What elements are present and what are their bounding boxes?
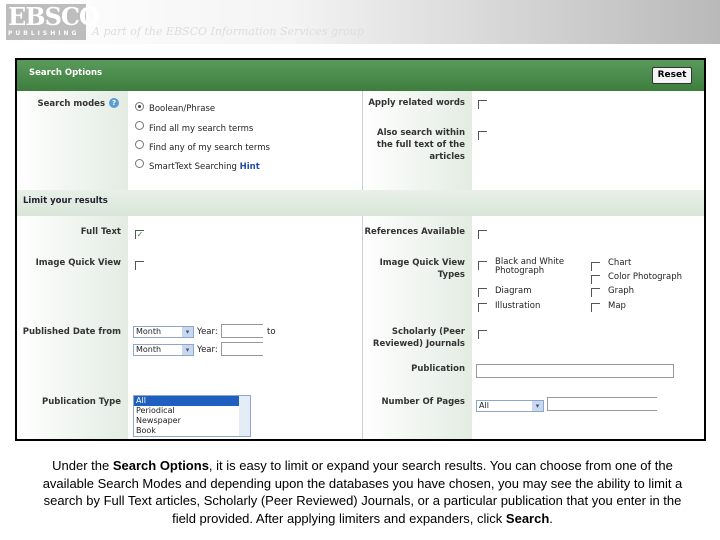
year-label: Year:	[197, 327, 218, 337]
also-search-checkbox[interactable]	[478, 131, 487, 140]
banner: EBSCO PUBLISHING A part of the EBSCO Info…	[0, 0, 720, 44]
scholarly-checkbox[interactable]	[478, 330, 487, 339]
search-modes-label: Search modes	[37, 99, 105, 109]
tagline: A part of the EBSCO Information Services…	[92, 25, 364, 38]
map-checkbox[interactable]	[591, 303, 600, 312]
ebsco-logo: EBSCO PUBLISHING	[6, 4, 100, 40]
scrollbar[interactable]	[239, 396, 250, 436]
publication-type-label: Publication Type	[42, 397, 121, 407]
hint-link[interactable]: Hint	[240, 162, 260, 172]
mode-label: SmartText Searching Hint	[149, 162, 260, 172]
full-text-label: Full Text	[80, 227, 121, 237]
bw-photo-checkbox[interactable]	[478, 261, 487, 270]
help-icon[interactable]: ?	[109, 98, 119, 108]
apply-related-checkbox[interactable]	[478, 100, 487, 109]
search-options-panel: Search Options Reset Search modes ? Bool…	[15, 58, 706, 441]
color-photo-checkbox[interactable]	[591, 275, 600, 284]
type-label: Map	[608, 301, 626, 311]
publication-label: Publication	[411, 364, 465, 374]
list-item[interactable]: All	[134, 396, 250, 406]
type-label: Diagram	[495, 286, 532, 296]
publication-input[interactable]	[476, 364, 674, 378]
year-label: Year:	[197, 345, 218, 355]
radio-smarttext[interactable]	[135, 159, 144, 168]
chart-checkbox[interactable]	[591, 262, 600, 271]
references-checkbox[interactable]	[478, 230, 487, 239]
apply-related-label: Apply related words	[368, 98, 465, 108]
type-label: Graph	[608, 286, 635, 296]
radio-find-all[interactable]	[135, 121, 144, 130]
image-quick-view-label: Image Quick View	[35, 258, 121, 268]
month-from-select[interactable]: Month ▾	[133, 326, 194, 338]
publication-type-list[interactable]: All Periodical Newspaper Book	[133, 395, 251, 437]
iqv-types-label: Image Quick View Types	[379, 258, 465, 280]
graph-checkbox[interactable]	[591, 288, 600, 297]
full-text-checkbox[interactable]: ✓	[135, 230, 144, 239]
caption: Under the Search Options, it is easy to …	[42, 458, 683, 526]
illustration-checkbox[interactable]	[478, 303, 487, 312]
year-to-input[interactable]	[221, 342, 263, 356]
pages-select[interactable]: All ▾	[476, 400, 544, 412]
to-label: to	[267, 327, 276, 337]
month-to-select[interactable]: Month ▾	[133, 344, 194, 356]
pages-input[interactable]	[547, 397, 657, 411]
diagram-checkbox[interactable]	[478, 288, 487, 297]
search-options-header: Search Options Reset	[17, 60, 704, 91]
radio-boolean-phrase[interactable]	[135, 102, 144, 111]
number-of-pages-label: Number Of Pages	[381, 397, 465, 407]
type-label: Chart	[608, 258, 632, 268]
type-label: Color Photograph	[608, 272, 683, 282]
scholarly-label: Scholarly (Peer Reviewed) Journals	[372, 327, 465, 349]
list-item[interactable]: Book	[134, 426, 250, 436]
published-date-label: Published Date from	[22, 327, 121, 337]
image-quick-view-checkbox[interactable]	[135, 261, 144, 270]
references-label: References Available	[364, 227, 465, 237]
list-item[interactable]: Newspaper	[134, 416, 250, 426]
also-search-label: Also search within the full text of the …	[376, 128, 465, 162]
type-label: Illustration	[495, 301, 541, 311]
mode-label: Boolean/Phrase	[149, 104, 216, 114]
mode-label: Find any of my search terms	[149, 143, 270, 153]
year-from-input[interactable]	[221, 324, 263, 338]
list-item[interactable]: Periodical	[134, 406, 250, 416]
reset-button[interactable]: Reset	[652, 67, 692, 84]
type-label: Black and White Photograph	[495, 257, 565, 276]
radio-find-any[interactable]	[135, 140, 144, 149]
mode-label: Find all my search terms	[149, 124, 254, 134]
limit-results-header: Limit your results	[17, 190, 704, 216]
